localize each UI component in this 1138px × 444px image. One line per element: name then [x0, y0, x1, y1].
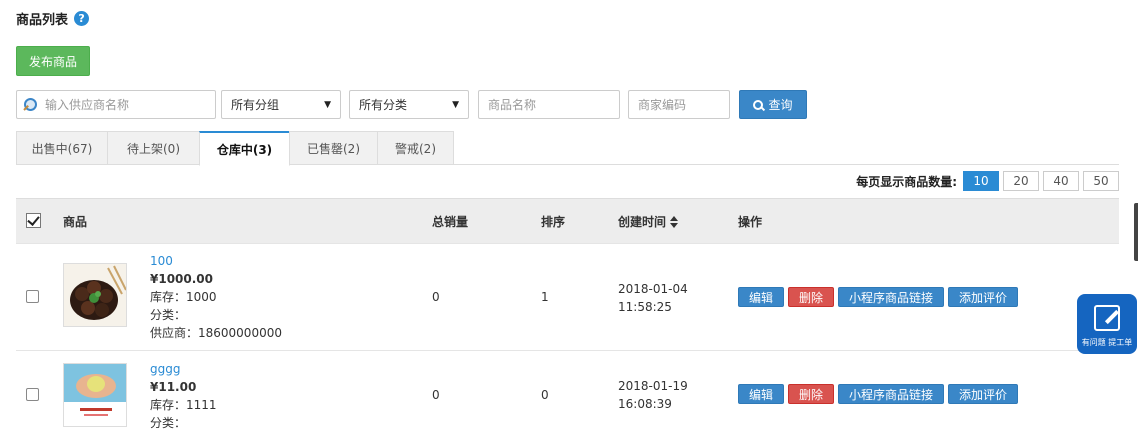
page-size-label: 每页显示商品数量:	[856, 174, 957, 189]
table-row: gggg ¥11.00 库存：1111 分类： 0 0 2018-01-19 1…	[16, 350, 1119, 440]
submit-ticket-widget[interactable]: 有问题 提工单	[1077, 294, 1137, 354]
page-size-40[interactable]: 40	[1043, 171, 1079, 191]
row-checkbox[interactable]	[26, 388, 39, 401]
header-created-label: 创建时间	[618, 215, 667, 229]
sales-value: 0	[432, 388, 440, 402]
merchant-code-input[interactable]: 商家编码	[628, 90, 730, 119]
category-select-value: 所有分类	[359, 98, 408, 112]
header-sales: 总销量	[432, 215, 469, 229]
status-tabs: 出售中(67) 待上架(0) 仓库中(3) 已售罄(2) 警戒(2)	[16, 131, 1119, 166]
product-name-input[interactable]: 商品名称	[478, 90, 620, 119]
page-size-selector: 每页显示商品数量: 10 20 40 50	[856, 171, 1119, 191]
sort-icon[interactable]	[670, 215, 679, 228]
product-info: gggg ¥11.00 库存：1111 分类：	[150, 360, 217, 432]
help-icon[interactable]: ?	[74, 11, 90, 26]
delete-button[interactable]: 删除	[788, 287, 835, 307]
page-size-50[interactable]: 50	[1083, 171, 1119, 191]
page-title-text: 商品列表	[16, 13, 69, 28]
group-select-value: 所有分组	[231, 98, 280, 112]
row-actions: 编辑 删除 小程序商品链接 添加评价	[738, 384, 1019, 404]
product-price: ¥11.00	[150, 380, 197, 394]
publish-product-button[interactable]: 发布商品	[16, 46, 90, 76]
created-time: 2018-01-04 11:58:25	[618, 280, 688, 316]
product-info: 100 ¥1000.00 库存：1000 分类： 供应商：18600000000	[150, 252, 282, 342]
supplier-search-input[interactable]: 输入供应商名称	[16, 90, 216, 119]
row-actions: 编辑 删除 小程序商品链接 添加评价	[738, 287, 1019, 307]
page-title: 商品列表 ?	[16, 9, 90, 28]
sales-value: 0	[432, 290, 440, 304]
tab-on-sale[interactable]: 出售中(67)	[16, 131, 108, 165]
group-select[interactable]: 所有分组 ▼	[221, 90, 341, 119]
tab-warehouse[interactable]: 仓库中(3)	[199, 131, 290, 166]
search-button-label: 查询	[768, 98, 793, 112]
product-title-link[interactable]: gggg	[150, 360, 217, 378]
page-size-20[interactable]: 20	[1003, 171, 1039, 191]
header-order: 排序	[541, 215, 566, 229]
submit-ticket-label: 有问题 提工单	[1081, 338, 1133, 347]
product-category: 分类：	[150, 416, 187, 430]
add-review-button[interactable]: 添加评价	[948, 384, 1019, 404]
miniapp-link-button[interactable]: 小程序商品链接	[838, 384, 945, 404]
row-checkbox[interactable]	[26, 290, 39, 303]
product-supplier: 供应商：18600000000	[150, 326, 282, 340]
table-header: 商品 总销量 排序 创建时间 操作	[16, 198, 1119, 243]
order-value: 0	[541, 388, 549, 402]
header-product: 商品	[63, 215, 88, 229]
edit-icon	[1094, 305, 1120, 331]
delete-button[interactable]: 删除	[788, 384, 835, 404]
product-category: 分类：	[150, 308, 187, 322]
search-icon	[753, 99, 764, 110]
add-review-button[interactable]: 添加评价	[948, 287, 1019, 307]
created-date: 2018-01-19	[618, 379, 688, 393]
product-table: 商品 总销量 排序 创建时间 操作 100 ¥1000.00 库存：1000 分…	[16, 198, 1119, 440]
edit-button[interactable]: 编辑	[738, 287, 785, 307]
product-thumbnail[interactable]	[63, 363, 127, 427]
product-title-link[interactable]: 100	[150, 252, 282, 270]
supplier-placeholder: 输入供应商名称	[45, 98, 130, 112]
chevron-down-icon: ▼	[324, 99, 331, 110]
table-row: 100 ¥1000.00 库存：1000 分类： 供应商：18600000000…	[16, 243, 1119, 350]
product-name-placeholder: 商品名称	[488, 98, 537, 112]
product-price: ¥1000.00	[150, 272, 214, 286]
product-thumbnail[interactable]	[63, 263, 127, 327]
search-button[interactable]: 查询	[739, 90, 807, 119]
created-clock: 11:58:25	[618, 300, 672, 314]
header-created-time[interactable]: 创建时间	[618, 199, 679, 244]
merchant-code-placeholder: 商家编码	[638, 98, 687, 112]
product-stock: 库存：1000	[150, 290, 217, 304]
chevron-down-icon: ▼	[452, 99, 459, 110]
tab-warning[interactable]: 警戒(2)	[377, 131, 454, 165]
edit-button[interactable]: 编辑	[738, 384, 785, 404]
tab-sold-out[interactable]: 已售罄(2)	[289, 131, 378, 165]
created-time: 2018-01-19 16:08:39	[618, 377, 688, 413]
category-select[interactable]: 所有分类 ▼	[349, 90, 469, 119]
created-date: 2018-01-04	[618, 282, 688, 296]
tab-pending[interactable]: 待上架(0)	[107, 131, 200, 165]
page-size-10[interactable]: 10	[963, 171, 999, 191]
created-clock: 16:08:39	[618, 397, 672, 411]
header-actions: 操作	[738, 215, 763, 229]
magnifier-icon	[23, 97, 37, 112]
order-value: 1	[541, 290, 549, 304]
product-stock: 库存：1111	[150, 398, 217, 412]
scrollbar-handle[interactable]	[1134, 203, 1138, 261]
miniapp-link-button[interactable]: 小程序商品链接	[838, 287, 945, 307]
select-all-checkbox[interactable]	[26, 213, 41, 228]
